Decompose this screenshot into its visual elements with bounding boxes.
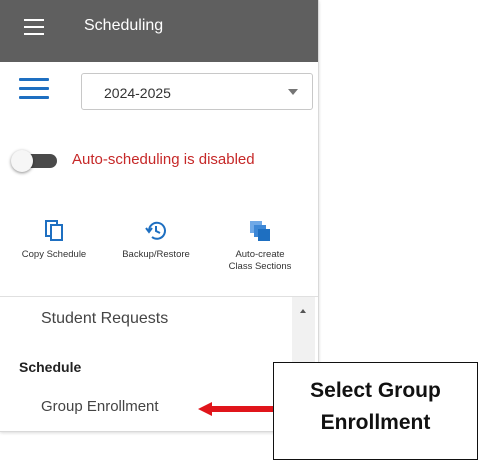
backup-restore-button[interactable]: Backup/Restore xyxy=(112,220,200,261)
red-arrow-icon xyxy=(198,402,274,416)
history-icon xyxy=(145,221,166,240)
auto-create-label: Auto-create Class Sections xyxy=(212,249,308,273)
nav-section-schedule: Schedule xyxy=(19,359,82,375)
scroll-up-arrow-icon[interactable] xyxy=(300,309,306,313)
auto-create-label-line1: Auto-create xyxy=(235,249,285,260)
dropdown-caret-icon xyxy=(288,89,298,95)
copy-schedule-label: Copy Schedule xyxy=(21,249,87,260)
auto-scheduling-status: Auto-scheduling is disabled xyxy=(72,151,255,168)
auto-create-label-line2: Class Sections xyxy=(228,261,292,272)
app-menu-icon[interactable] xyxy=(24,19,44,35)
toggle-knob xyxy=(11,150,33,172)
top-bar: Scheduling xyxy=(0,0,318,62)
backup-restore-label: Backup/Restore xyxy=(122,249,190,260)
stack-icon xyxy=(250,221,270,241)
instruction-callout: Select Group Enrollment xyxy=(273,362,478,460)
auto-create-class-sections-button[interactable]: Auto-create Class Sections xyxy=(212,220,308,273)
school-year-value: 2024-2025 xyxy=(104,85,171,101)
scheduling-panel: Scheduling 2024-2025 Auto-scheduling is … xyxy=(0,0,319,432)
nav-item-student-requests[interactable]: Student Requests xyxy=(41,310,168,328)
navigation-menu-icon[interactable] xyxy=(19,78,49,102)
nav-item-group-enrollment[interactable]: Group Enrollment xyxy=(41,398,159,415)
copy-schedule-button[interactable]: Copy Schedule xyxy=(14,220,94,261)
auto-scheduling-toggle[interactable] xyxy=(9,150,59,172)
callout-line-2: Enrollment xyxy=(320,411,431,434)
page-title: Scheduling xyxy=(84,17,164,34)
school-year-select[interactable]: 2024-2025 xyxy=(81,73,313,110)
callout-line-1: Select Group xyxy=(310,379,441,402)
copy-icon xyxy=(45,220,63,241)
